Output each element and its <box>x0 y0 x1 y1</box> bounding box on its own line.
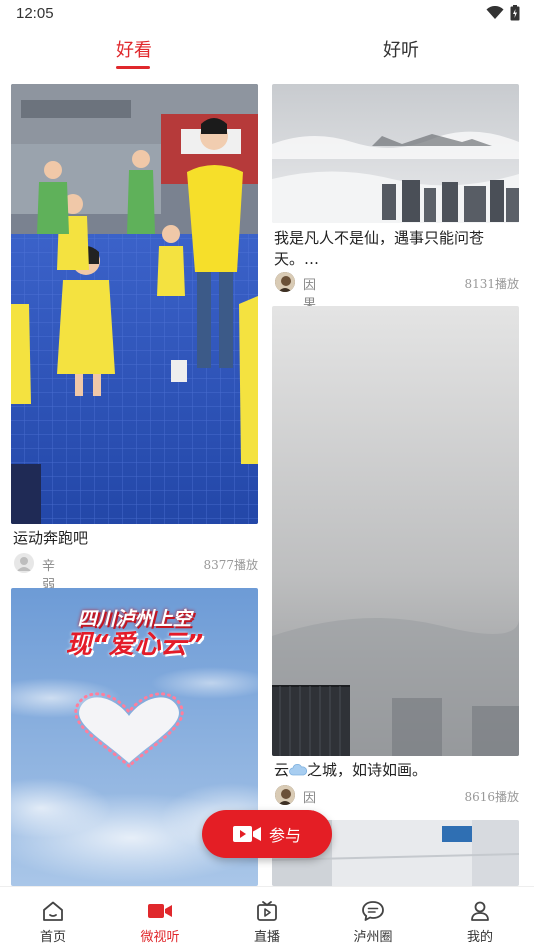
thumbnail-overlay-line2: 现“爱心云” <box>65 630 204 660</box>
tab-haokan[interactable]: 好看 <box>116 36 152 62</box>
nav-video-label: 微视听 <box>140 930 180 945</box>
home-icon <box>43 901 63 921</box>
bottom-nav: 首页 微视听 直播 泸州圈 我的 <box>0 886 534 950</box>
video-play-count: 8616播放 <box>464 790 519 804</box>
author-avatar <box>275 272 295 292</box>
nav-video[interactable]: 微视听 <box>120 887 200 950</box>
battery-icon <box>510 5 520 21</box>
status-bar: 12:05 <box>0 0 534 28</box>
join-button[interactable]: 参与 <box>202 810 332 858</box>
nav-home[interactable]: 首页 <box>13 887 93 950</box>
profile-icon <box>471 901 489 921</box>
status-time: 12:05 <box>16 5 54 22</box>
cloud-emoji <box>289 763 307 776</box>
nav-home-label: 首页 <box>39 930 66 945</box>
video-thumbnail-cloud-city[interactable] <box>272 306 519 756</box>
video-thumbnail-running[interactable] <box>11 84 258 524</box>
nav-profile[interactable]: 我的 <box>440 887 520 950</box>
video-title[interactable]: 我是凡人不是仙，遇事只能问苍天。… <box>274 228 520 270</box>
tv-play-icon <box>257 901 277 921</box>
top-tabs: 好看 好听 <box>0 36 534 72</box>
nav-live[interactable]: 直播 <box>227 887 307 950</box>
chat-bubble-icon <box>362 901 384 921</box>
nav-live-label: 直播 <box>253 930 280 945</box>
video-play-count: 8377播放 <box>203 558 258 572</box>
author-avatar <box>275 785 295 805</box>
video-title[interactable]: 运动奔跑吧 <box>13 528 253 549</box>
video-play-count: 8131播放 <box>464 277 519 291</box>
tab-haoting[interactable]: 好听 <box>383 36 419 62</box>
video-title[interactable]: 云 之城，如诗如画。 <box>274 760 520 781</box>
join-button-label: 参与 <box>268 826 301 845</box>
nav-profile-label: 我的 <box>466 930 493 945</box>
active-tab-indicator <box>116 66 150 69</box>
video-thumbnail-fog-city[interactable] <box>272 84 519 223</box>
default-avatar-icon <box>14 553 34 573</box>
video-camera-icon <box>232 826 261 842</box>
wifi-icon <box>486 6 504 19</box>
video-icon <box>148 904 172 918</box>
nav-circle[interactable]: 泸州圈 <box>333 887 413 950</box>
status-icons <box>486 5 520 21</box>
nav-circle-label: 泸州圈 <box>353 930 393 945</box>
